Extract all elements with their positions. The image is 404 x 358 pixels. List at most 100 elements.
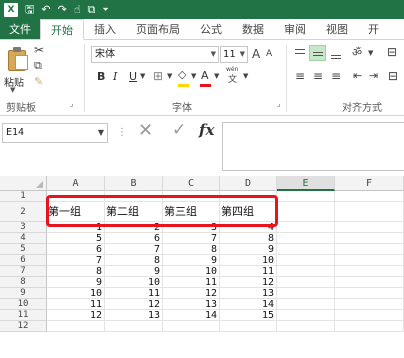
format-painter-icon[interactable]: ✎ bbox=[34, 76, 43, 87]
tab-developer[interactable]: 开 bbox=[358, 19, 389, 39]
orientation-dropdown-icon[interactable]: ▼ bbox=[368, 50, 373, 57]
decrease-indent-icon[interactable]: ⇤ bbox=[353, 70, 362, 81]
cell-a12[interactable] bbox=[47, 321, 105, 332]
cell-e8[interactable] bbox=[277, 277, 335, 288]
font-color-dropdown-icon[interactable]: ▼ bbox=[214, 73, 219, 80]
cell-a7[interactable]: 8 bbox=[47, 266, 105, 277]
borders-dropdown-icon[interactable]: ▼ bbox=[167, 73, 172, 80]
column-header-e[interactable]: E bbox=[277, 176, 335, 191]
cell-a5[interactable]: 6 bbox=[47, 244, 105, 255]
row-header-11[interactable]: 11 bbox=[0, 310, 47, 321]
cell-e5[interactable] bbox=[277, 244, 335, 255]
phonetic-wen-label[interactable]: wén bbox=[226, 67, 238, 73]
cancel-icon[interactable]: ✕ bbox=[138, 120, 153, 141]
cell-a6[interactable]: 7 bbox=[47, 255, 105, 266]
row-header-12[interactable]: 12 bbox=[0, 321, 47, 332]
phonetic-wen-char[interactable]: 文 bbox=[228, 76, 237, 85]
font-size-select[interactable]: 11 ▼ bbox=[220, 46, 248, 63]
undo-icon[interactable]: ↶ bbox=[41, 4, 50, 15]
cell-e10[interactable] bbox=[277, 299, 335, 310]
font-color-button[interactable]: A bbox=[201, 69, 209, 82]
cell-b8[interactable]: 10 bbox=[105, 277, 163, 288]
cell-b7[interactable]: 9 bbox=[105, 266, 163, 277]
row-header-9[interactable]: 9 bbox=[0, 288, 47, 299]
borders-icon[interactable]: ⊞ bbox=[153, 70, 163, 82]
cell-f3[interactable] bbox=[335, 222, 404, 233]
cell-d5[interactable]: 9 bbox=[220, 244, 277, 255]
column-header-f[interactable]: F bbox=[335, 176, 404, 191]
orientation-icon[interactable]: ॐ bbox=[352, 47, 362, 58]
cell-f11[interactable] bbox=[335, 310, 404, 321]
shrink-font-button[interactable]: A bbox=[266, 50, 272, 59]
italic-button[interactable]: I bbox=[113, 70, 117, 83]
enter-icon[interactable]: ✓ bbox=[172, 120, 186, 140]
bold-button[interactable]: B bbox=[97, 70, 105, 83]
align-top-icon[interactable] bbox=[293, 46, 307, 60]
cell-d7[interactable]: 11 bbox=[220, 266, 277, 277]
cell-a10[interactable]: 11 bbox=[47, 299, 105, 310]
wrap-text-icon[interactable]: ⊟ bbox=[387, 46, 397, 58]
cell-e7[interactable] bbox=[277, 266, 335, 277]
cell-e12[interactable] bbox=[277, 321, 335, 332]
cell-f6[interactable] bbox=[335, 255, 404, 266]
cell-c5[interactable]: 8 bbox=[163, 244, 220, 255]
row-header-7[interactable]: 7 bbox=[0, 266, 47, 277]
paste-dropdown-icon[interactable]: ▼ bbox=[10, 86, 15, 94]
cell-c11[interactable]: 14 bbox=[163, 310, 220, 321]
cell-f7[interactable] bbox=[335, 266, 404, 277]
print-preview-icon[interactable]: ⧉ bbox=[88, 4, 96, 15]
tab-formulas[interactable]: 公式 bbox=[190, 19, 232, 39]
clipboard-launcher-icon[interactable]: ⌟ bbox=[70, 101, 73, 108]
row-header-3[interactable]: 3 bbox=[0, 222, 47, 233]
cell-d4[interactable]: 8 bbox=[220, 233, 277, 244]
cell-e1[interactable] bbox=[277, 191, 335, 202]
row-header-1[interactable]: 1 bbox=[0, 191, 47, 202]
cell-b9[interactable]: 11 bbox=[105, 288, 163, 299]
font-name-select[interactable]: 宋体 ▼ bbox=[91, 46, 219, 63]
cell-f2[interactable] bbox=[335, 202, 404, 222]
cell-c9[interactable]: 12 bbox=[163, 288, 220, 299]
phonetic-dropdown-icon[interactable]: ▼ bbox=[243, 73, 248, 80]
cell-b6[interactable]: 8 bbox=[105, 255, 163, 266]
tab-insert[interactable]: 插入 bbox=[84, 19, 126, 39]
cell-e2[interactable] bbox=[277, 202, 335, 222]
cell-c4[interactable]: 7 bbox=[163, 233, 220, 244]
select-all-button[interactable] bbox=[0, 176, 47, 191]
cell-a4[interactable]: 5 bbox=[47, 233, 105, 244]
cell-f10[interactable] bbox=[335, 299, 404, 310]
cell-e11[interactable] bbox=[277, 310, 335, 321]
cell-c10[interactable]: 13 bbox=[163, 299, 220, 310]
redo-icon[interactable]: ↷ bbox=[58, 4, 67, 15]
cell-f5[interactable] bbox=[335, 244, 404, 255]
cell-b10[interactable]: 12 bbox=[105, 299, 163, 310]
column-header-d[interactable]: D bbox=[220, 176, 277, 191]
font-launcher-icon[interactable]: ⌟ bbox=[277, 101, 280, 108]
formula-bar-grip-icon[interactable]: ⋮ bbox=[117, 127, 127, 138]
touch-mode-icon[interactable]: ☝ bbox=[74, 4, 81, 15]
paste-icon[interactable] bbox=[6, 46, 30, 72]
cell-d12[interactable] bbox=[220, 321, 277, 332]
insert-function-icon[interactable]: fx bbox=[199, 121, 214, 139]
cell-e3[interactable] bbox=[277, 222, 335, 233]
name-box[interactable]: E14 ▼ bbox=[2, 123, 108, 143]
cell-b11[interactable]: 13 bbox=[105, 310, 163, 321]
underline-dropdown-icon[interactable]: ▼ bbox=[140, 73, 145, 80]
cell-f12[interactable] bbox=[335, 321, 404, 332]
cell-f1[interactable] bbox=[335, 191, 404, 202]
cell-e4[interactable] bbox=[277, 233, 335, 244]
cell-e9[interactable] bbox=[277, 288, 335, 299]
align-bottom-icon[interactable] bbox=[329, 46, 343, 60]
row-header-5[interactable]: 5 bbox=[0, 244, 47, 255]
formula-input[interactable] bbox=[222, 122, 404, 171]
cell-d9[interactable]: 13 bbox=[220, 288, 277, 299]
tab-file[interactable]: 文件 bbox=[0, 19, 40, 39]
cell-c7[interactable]: 10 bbox=[163, 266, 220, 277]
cell-c6[interactable]: 9 bbox=[163, 255, 220, 266]
align-middle-icon[interactable] bbox=[309, 45, 326, 61]
cell-b5[interactable]: 7 bbox=[105, 244, 163, 255]
fill-color-icon[interactable]: ◇ bbox=[178, 69, 186, 80]
align-right-icon[interactable]: ≡ bbox=[331, 70, 341, 82]
cell-a8[interactable]: 9 bbox=[47, 277, 105, 288]
merge-center-icon[interactable]: ⊟ bbox=[388, 70, 398, 82]
cell-f9[interactable] bbox=[335, 288, 404, 299]
